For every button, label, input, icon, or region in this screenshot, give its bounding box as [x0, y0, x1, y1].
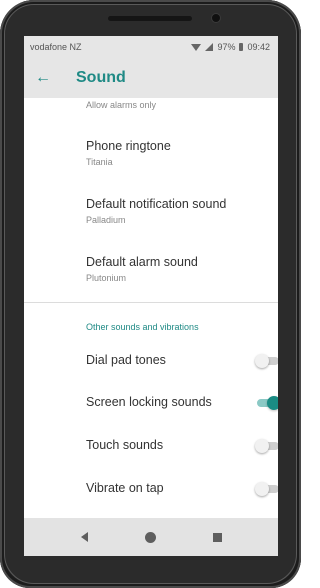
status-time: 09:42 [247, 42, 270, 52]
vibrate-on-tap-switch[interactable] [255, 481, 278, 496]
setting-value: Titania [86, 157, 113, 167]
nav-back-icon[interactable] [80, 532, 88, 542]
settings-list: Allow alarms only Phone ringtone Titania… [24, 98, 278, 518]
toggle-row-vibrate-on-tap[interactable]: Vibrate on tap [86, 476, 278, 500]
battery-percent: 97% [217, 42, 236, 52]
toggle-row-screen-locking-sounds[interactable]: Screen locking sounds [86, 390, 278, 414]
arrow-left-icon[interactable]: ← [24, 70, 62, 86]
nav-home-icon[interactable] [144, 531, 156, 543]
touch-sounds-switch[interactable] [255, 438, 278, 453]
toggle-label: Vibrate on tap [86, 481, 164, 495]
carrier-name: vodafone NZ [30, 42, 82, 52]
screen-locking-sounds-switch[interactable] [255, 395, 278, 410]
setting-value: Palladium [86, 215, 126, 225]
app-bar: ← Sound [24, 58, 278, 98]
section-header: Other sounds and vibrations [86, 322, 199, 332]
setting-default-notification-sound[interactable]: Default notification sound Palladium [86, 196, 266, 226]
nav-recents-icon[interactable] [212, 532, 222, 542]
toggle-label: Dial pad tones [86, 353, 166, 367]
partial-setting-item[interactable]: Allow alarms only [86, 100, 156, 110]
toggle-row-touch-sounds[interactable]: Touch sounds [86, 433, 278, 457]
dial-pad-tones-switch[interactable] [255, 353, 278, 368]
page-title: Sound [76, 69, 126, 86]
setting-title: Default alarm sound [86, 255, 198, 269]
setting-value: Plutonium [86, 273, 127, 283]
screen: vodafone NZ 97% 09:42 ← Sound Allow alar… [24, 36, 278, 556]
toggle-row-dial-pad-tones[interactable]: Dial pad tones [86, 348, 278, 372]
battery-icon [239, 43, 244, 51]
signal-icon [205, 43, 214, 51]
setting-default-alarm-sound[interactable]: Default alarm sound Plutonium [86, 254, 266, 284]
navigation-bar [24, 518, 278, 556]
phone-frame: vodafone NZ 97% 09:42 ← Sound Allow alar… [0, 0, 301, 588]
section-divider [24, 302, 278, 303]
status-indicators: 97% 09:42 [191, 42, 270, 52]
wifi-icon [191, 43, 202, 51]
toggle-label: Screen locking sounds [86, 395, 212, 409]
setting-title: Default notification sound [86, 197, 227, 211]
setting-phone-ringtone[interactable]: Phone ringtone Titania [86, 138, 266, 168]
status-bar: vodafone NZ 97% 09:42 [24, 36, 278, 58]
earpiece-speaker [108, 16, 192, 21]
toggle-label: Touch sounds [86, 438, 164, 452]
front-camera [212, 14, 220, 22]
setting-title: Phone ringtone [86, 139, 171, 153]
